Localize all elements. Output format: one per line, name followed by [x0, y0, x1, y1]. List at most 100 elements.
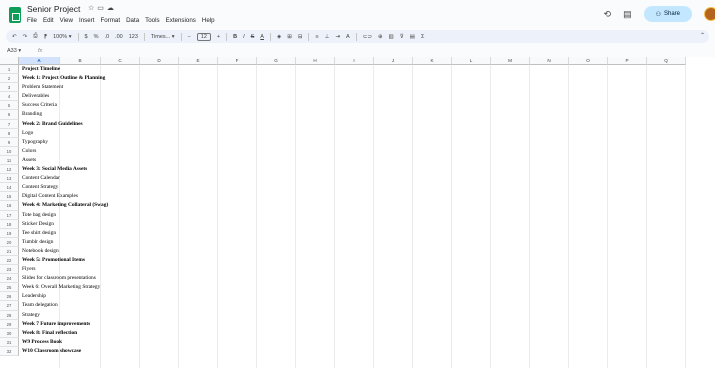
sheet-grid[interactable]: ABCDEFGHIJKLMNOPQ 1 Project Timeline 2 Week…	[0, 57, 715, 368]
row-header[interactable]: 5	[0, 101, 19, 111]
filter-views-icon[interactable]: ▤	[410, 34, 415, 40]
row-header[interactable]: 25	[0, 283, 19, 293]
row-header[interactable]: 26	[0, 292, 19, 302]
column-header-c[interactable]: C	[101, 57, 140, 65]
functions-icon[interactable]: Σ	[421, 34, 424, 40]
menu-item-file[interactable]: File	[27, 17, 37, 24]
row-header[interactable]: 22	[0, 255, 19, 266]
share-button[interactable]: ⚇ Share	[643, 6, 692, 22]
strikethrough-button[interactable]: S	[251, 34, 255, 40]
fill-color-icon[interactable]: ◈	[277, 34, 281, 40]
row-header[interactable]: 16	[0, 201, 19, 211]
column-header-n[interactable]: N	[530, 57, 569, 65]
row-header[interactable]: 15	[0, 192, 19, 202]
text-rotation-icon[interactable]: A	[346, 34, 350, 40]
undo-icon[interactable]: ↶	[12, 34, 17, 40]
column-header-m[interactable]: M	[491, 57, 530, 65]
row-header[interactable]: 24	[0, 274, 19, 284]
menu-item-edit[interactable]: Edit	[43, 17, 54, 24]
collapse-menus-icon[interactable]: ⌃	[700, 32, 705, 39]
font-select[interactable]: Times... ▾	[151, 34, 175, 40]
row-header[interactable]: 8	[0, 128, 19, 138]
font-size-decrease-button[interactable]: −	[188, 34, 191, 40]
menu-item-tools[interactable]: Tools	[145, 17, 159, 24]
row-header[interactable]: 12	[0, 165, 19, 175]
vertical-align-icon[interactable]: ⊥	[325, 34, 330, 40]
text-color-button[interactable]: A	[260, 34, 264, 40]
row-header[interactable]: 2	[0, 74, 19, 84]
column-header-f[interactable]: F	[218, 57, 257, 65]
row-header[interactable]: 1	[0, 65, 19, 75]
zoom-select[interactable]: 100% ▾	[53, 34, 71, 40]
row-header[interactable]: 3	[0, 83, 19, 93]
row-header[interactable]: 19	[0, 228, 19, 238]
text-wrap-icon[interactable]: ⇥	[335, 34, 340, 40]
document-title[interactable]: Senior Project	[27, 4, 80, 14]
menu-item-insert[interactable]: Insert	[79, 17, 94, 24]
row-header[interactable]: 7	[0, 119, 19, 129]
currency-format-button[interactable]: $	[85, 34, 88, 40]
history-icon[interactable]: ⟲	[604, 9, 612, 20]
column-header-d[interactable]: D	[140, 57, 179, 65]
insert-comment-icon[interactable]: ⊕	[378, 34, 383, 40]
menu-item-format[interactable]: Format	[100, 17, 120, 24]
paint-format-icon[interactable]: ⁋	[44, 34, 48, 40]
star-icon[interactable]: ☆	[88, 5, 97, 12]
increase-decimals-button[interactable]: .00	[115, 34, 123, 40]
merge-cells-icon[interactable]: ⊟	[298, 34, 303, 40]
name-box[interactable]: A33 ▾	[0, 48, 32, 54]
font-size-input[interactable]: 12	[196, 32, 211, 41]
account-avatar[interactable]	[704, 7, 715, 21]
column-header-o[interactable]: O	[569, 57, 608, 65]
row-header[interactable]: 29	[0, 319, 19, 329]
row-header[interactable]: 21	[0, 246, 19, 256]
row-header[interactable]: 18	[0, 219, 19, 229]
move-folder-icon[interactable]: ▭	[97, 5, 107, 12]
sheets-logo-icon[interactable]	[9, 7, 21, 23]
italic-button[interactable]: I	[243, 34, 245, 40]
bold-button[interactable]: B	[233, 34, 237, 40]
column-header-j[interactable]: J	[374, 57, 413, 65]
row-header[interactable]: 9	[0, 137, 19, 147]
row-header[interactable]: 30	[0, 328, 19, 338]
row-header[interactable]: 10	[0, 146, 19, 156]
font-size-increase-button[interactable]: +	[217, 34, 220, 40]
horizontal-align-icon[interactable]: ≡	[315, 34, 318, 40]
cloud-status-icon[interactable]: ☁	[107, 5, 117, 12]
row-header[interactable]: 27	[0, 301, 19, 311]
column-header-i[interactable]: I	[335, 57, 374, 65]
menu-item-extensions[interactable]: Extensions	[166, 17, 196, 24]
number-format-button[interactable]: 123	[129, 34, 138, 40]
menu-item-view[interactable]: View	[60, 17, 73, 24]
filter-icon[interactable]: ⊽	[400, 34, 404, 40]
select-all-corner[interactable]	[0, 57, 19, 65]
column-header-g[interactable]: G	[257, 57, 296, 65]
comments-icon[interactable]: ▤	[623, 9, 632, 20]
insert-chart-icon[interactable]: ▥	[389, 34, 394, 40]
column-header-p[interactable]: P	[608, 57, 647, 65]
decrease-decimals-button[interactable]: .0	[104, 34, 109, 40]
menu-item-help[interactable]: Help	[202, 17, 215, 24]
row-header[interactable]: 28	[0, 310, 19, 320]
row-header[interactable]: 32	[0, 346, 19, 356]
column-header-k[interactable]: K	[413, 57, 452, 65]
borders-icon[interactable]: ⊞	[287, 34, 292, 40]
row-header[interactable]: 17	[0, 210, 19, 220]
row-header[interactable]: 13	[0, 174, 19, 184]
row-header[interactable]: 31	[0, 337, 19, 347]
column-header-l[interactable]: L	[452, 57, 491, 65]
column-header-q[interactable]: Q	[647, 57, 686, 65]
row-header[interactable]: 11	[0, 155, 19, 166]
percent-format-button[interactable]: %	[94, 34, 99, 40]
column-header-b[interactable]: B	[60, 57, 101, 65]
print-icon[interactable]: ⎙	[33, 33, 37, 40]
column-header-h[interactable]: H	[296, 57, 335, 65]
row-header[interactable]: 14	[0, 183, 19, 193]
row-header[interactable]: 23	[0, 265, 19, 275]
menu-item-data[interactable]: Data	[126, 17, 139, 24]
row-header[interactable]: 20	[0, 237, 19, 247]
insert-link-icon[interactable]: ⊂⊃	[363, 34, 372, 40]
redo-icon[interactable]: ↷	[23, 34, 28, 40]
column-header-e[interactable]: E	[179, 57, 218, 65]
row-header[interactable]: 4	[0, 92, 19, 102]
